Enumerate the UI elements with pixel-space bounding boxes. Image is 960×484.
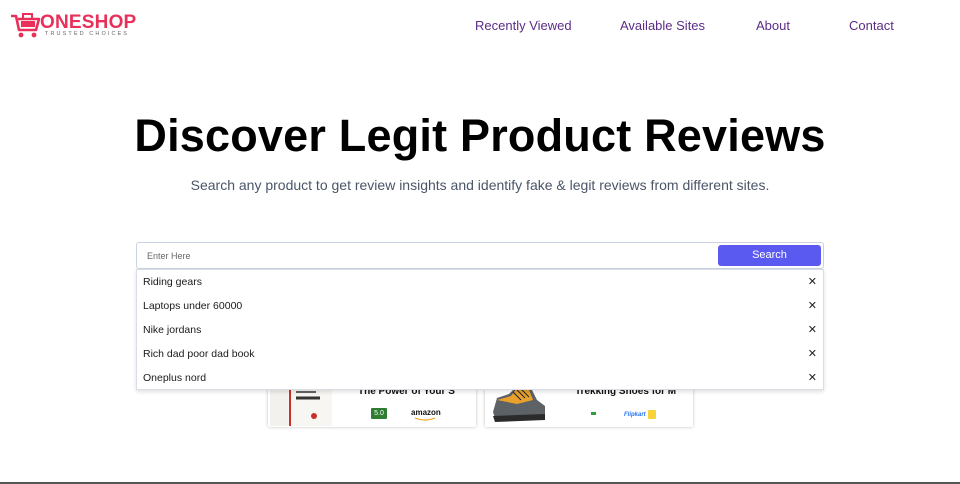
- nav-contact[interactable]: Contact: [849, 18, 894, 33]
- suggestion-item[interactable]: Riding gears ✕: [137, 270, 823, 294]
- page-title: Discover Legit Product Reviews: [134, 110, 826, 161]
- rating-badge: 5.0: [371, 408, 387, 419]
- page-subtitle: Search any product to get review insight…: [190, 177, 770, 193]
- nav-available-sites[interactable]: Available Sites: [620, 18, 705, 33]
- close-icon[interactable]: ✕: [808, 323, 817, 336]
- flipkart-logo: Flipkart: [624, 412, 646, 418]
- suggestion-label: Oneplus nord: [143, 372, 207, 384]
- suggestion-label: Rich dad poor dad book: [143, 348, 255, 360]
- close-icon[interactable]: ✕: [808, 347, 817, 360]
- brand-tagline: TRUSTED CHOICES: [45, 31, 130, 37]
- search-button[interactable]: Search: [718, 245, 821, 266]
- shopping-cart-icon: [11, 13, 41, 38]
- brand-logo[interactable]: ONESHOP TRUSTED CHOICES: [10, 10, 140, 40]
- suggestion-item[interactable]: Nike jordans ✕: [137, 318, 823, 342]
- flipkart-bag-icon: [648, 410, 656, 419]
- search-input[interactable]: [138, 244, 716, 267]
- close-icon[interactable]: ✕: [808, 299, 817, 312]
- nav-recently-viewed[interactable]: Recently Viewed: [475, 18, 572, 33]
- suggestion-item[interactable]: Laptops under 60000 ✕: [137, 294, 823, 318]
- close-icon[interactable]: ✕: [808, 371, 817, 384]
- suggestion-item[interactable]: Oneplus nord ✕: [137, 366, 823, 390]
- suggestion-label: Laptops under 60000: [143, 300, 243, 312]
- nav-about[interactable]: About: [756, 18, 790, 33]
- amazon-smile-icon: [414, 417, 436, 421]
- amazon-logo: amazon: [411, 408, 441, 417]
- suggestion-label: Riding gears: [143, 276, 202, 288]
- suggestion-item[interactable]: Rich dad poor dad book ✕: [137, 342, 823, 366]
- suggestion-label: Nike jordans: [143, 324, 202, 336]
- close-icon[interactable]: ✕: [808, 275, 817, 288]
- recent-searches-dropdown: Riding gears ✕ Laptops under 60000 ✕ Nik…: [136, 269, 824, 390]
- rating-indicator: [591, 412, 596, 415]
